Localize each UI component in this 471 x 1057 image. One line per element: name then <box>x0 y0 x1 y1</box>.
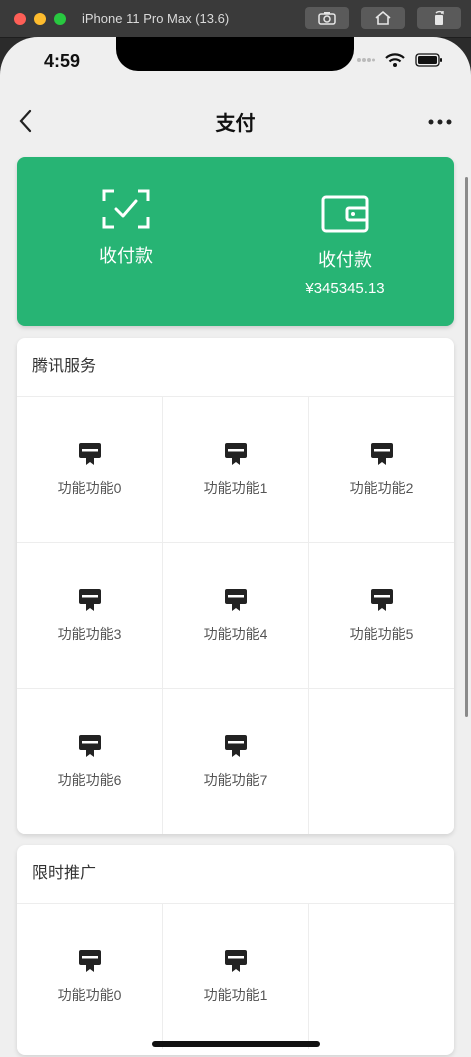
scan-check-icon <box>102 189 150 229</box>
zoom-window-button[interactable] <box>54 12 66 25</box>
function-item[interactable]: 功能功能5 <box>309 543 454 688</box>
simulator-title: iPhone 11 Pro Max (13.6) <box>82 11 230 26</box>
function-label: 功能功能7 <box>203 771 268 788</box>
function-label: 功能功能4 <box>203 625 268 642</box>
navigation-bar: 支付 <box>0 99 471 143</box>
battery-icon <box>415 53 442 67</box>
function-label: 功能功能6 <box>57 771 122 788</box>
payment-card: 收付款 收付款 ¥345345.13 <box>17 157 454 326</box>
section-title: 腾讯服务 <box>32 358 97 375</box>
card-icon <box>370 588 393 611</box>
function-item[interactable]: 功能功能3 <box>17 543 162 688</box>
wifi-icon <box>385 53 405 67</box>
section-title: 限时推广 <box>32 865 97 882</box>
function-label: 功能功能0 <box>57 479 122 496</box>
more-button[interactable] <box>427 115 453 127</box>
function-item[interactable]: 功能功能7 <box>163 689 308 834</box>
empty-cell <box>309 689 454 834</box>
card-icon <box>224 442 247 465</box>
function-label: 功能功能1 <box>203 986 268 1003</box>
section-limited-promotion: 限时推广 功能功能0 功能功能1 <box>17 845 454 1055</box>
function-label: 功能功能2 <box>349 479 414 496</box>
card-icon <box>78 734 101 757</box>
card-icon <box>224 588 247 611</box>
card-icon <box>224 949 247 972</box>
notch <box>116 37 354 71</box>
card-icon <box>370 442 393 465</box>
function-item[interactable]: 功能功能0 <box>17 397 162 542</box>
empty-cell <box>309 904 454 1049</box>
more-icon <box>428 119 452 125</box>
scan-pay-button[interactable]: 收付款 <box>81 189 171 268</box>
function-label: 功能功能3 <box>57 625 122 642</box>
scrollbar[interactable] <box>465 177 468 717</box>
wallet-icon <box>321 195 369 233</box>
status-indicators <box>357 53 443 67</box>
function-grid: 功能功能0 功能功能1 功能功能2 功能功能3 功能功能4 功能功能5 功能功能… <box>17 396 454 834</box>
function-label: 功能功能1 <box>203 479 268 496</box>
rotate-button[interactable] <box>417 7 461 29</box>
rotate-icon <box>435 10 444 25</box>
section-tencent-services: 腾讯服务 功能功能0 功能功能1 功能功能2 功能功能3 功能功能4 功能功能5… <box>17 338 454 834</box>
function-item[interactable]: 功能功能1 <box>163 397 308 542</box>
back-button[interactable] <box>16 107 40 135</box>
status-time: 4:59 <box>44 51 81 71</box>
function-item[interactable]: 功能功能6 <box>17 689 162 834</box>
wallet-button[interactable]: 收付款 ¥345345.13 <box>285 195 405 297</box>
minimize-window-button[interactable] <box>34 12 46 25</box>
page-title: 支付 <box>215 113 256 135</box>
chevron-left-icon <box>19 109 32 133</box>
function-label: 功能功能5 <box>349 625 414 642</box>
screenshot-button[interactable] <box>305 7 349 29</box>
function-label: 功能功能0 <box>57 986 122 1003</box>
close-window-button[interactable] <box>14 12 26 25</box>
home-indicator[interactable] <box>152 1041 320 1047</box>
phone-screen: 4:59 支付 收付款 收付款 ¥345345.13 腾讯服务 功能功能0 功能… <box>0 37 471 1057</box>
function-grid: 功能功能0 功能功能1 <box>17 903 454 1049</box>
function-item[interactable]: 功能功能4 <box>163 543 308 688</box>
signal-icon <box>357 58 375 62</box>
card-icon <box>224 734 247 757</box>
card-icon <box>78 442 101 465</box>
camera-icon <box>318 12 336 25</box>
wallet-balance: ¥345345.13 <box>305 280 385 297</box>
function-item[interactable]: 功能功能2 <box>309 397 454 542</box>
card-icon <box>78 588 101 611</box>
scan-pay-label: 收付款 <box>99 246 153 266</box>
window-controls <box>14 12 66 25</box>
function-item[interactable]: 功能功能1 <box>163 904 308 1049</box>
simulator-titlebar: iPhone 11 Pro Max (13.6) <box>0 0 471 38</box>
home-icon <box>375 10 391 25</box>
function-item[interactable]: 功能功能0 <box>17 904 162 1049</box>
card-icon <box>78 949 101 972</box>
wallet-label: 收付款 <box>318 250 372 270</box>
home-button[interactable] <box>361 7 405 29</box>
